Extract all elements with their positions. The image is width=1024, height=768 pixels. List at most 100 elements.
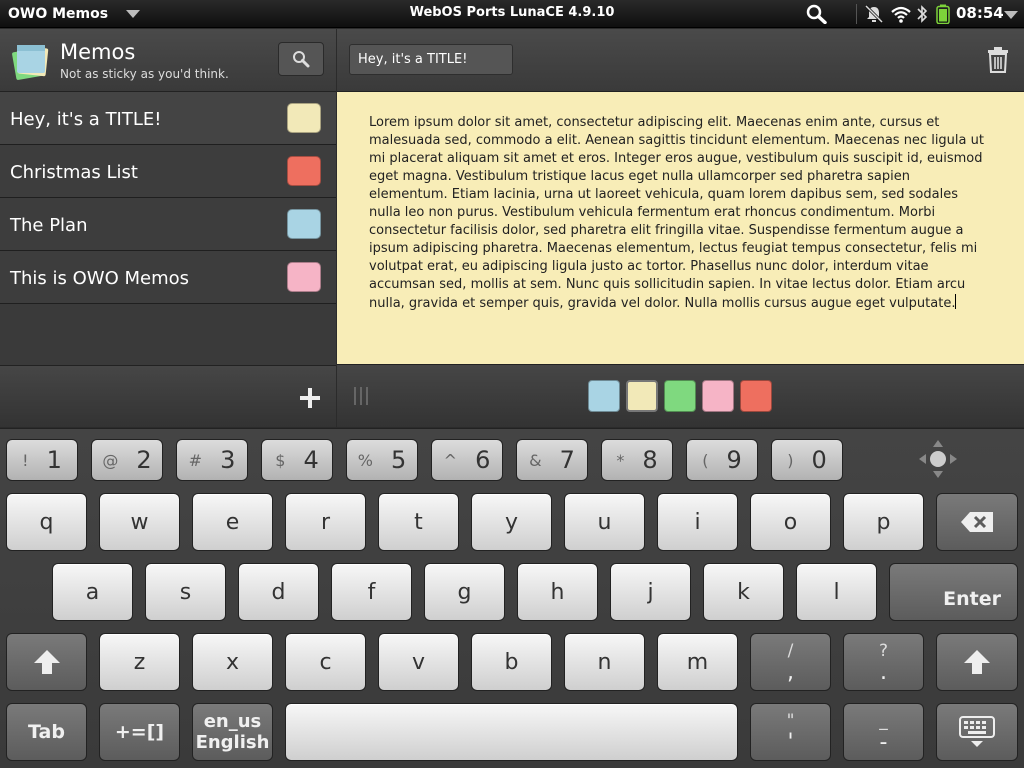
key-sub-label: % [357,450,373,470]
key-7[interactable]: & 7 [516,439,588,481]
key-w[interactable]: w [99,493,180,551]
key-sub-label: " [786,711,795,731]
dash-key[interactable]: _ - [843,703,924,761]
memo-title: Christmas List [10,162,138,183]
editor-footer [337,364,1024,427]
key-label: , [787,660,794,685]
key-0[interactable]: ) 0 [771,439,843,481]
key-c[interactable]: c [285,633,366,691]
list-item[interactable]: Hey, it's a TITLE! [0,92,336,145]
virtual-keyboard: ! 1 @2 #3 $4 % 5 ^ 6 & 7 * 8 (9 ) 0 q w e r t … [0,428,1024,768]
mute-icon [864,4,884,24]
key-label: 0 [811,446,827,474]
key-4[interactable]: $4 [261,439,333,481]
key-6[interactable]: ^ 6 [431,439,503,481]
backspace-icon [961,512,993,532]
plus-icon [300,388,320,408]
key-label: . [880,660,887,685]
key-q[interactable]: q [6,493,87,551]
key-sub-label: # [188,450,203,470]
key-p[interactable]: p [843,493,924,551]
list-item[interactable]: Christmas List [0,145,336,198]
search-button[interactable] [278,42,324,76]
key-v[interactable]: v [378,633,459,691]
key-i[interactable]: i [657,493,738,551]
language-code: en_us [203,711,262,732]
period-key[interactable]: ?. [843,633,924,691]
color-red-swatch[interactable] [740,380,772,412]
key-n[interactable]: n [564,633,645,691]
key-9[interactable]: (9 [686,439,758,481]
color-picker [588,380,772,412]
trash-icon[interactable] [987,46,1009,74]
key-f[interactable]: f [331,563,412,621]
quote-key[interactable]: " ' [750,703,831,761]
list-footer [0,365,336,427]
key-label: 4 [303,446,319,474]
key-o[interactable]: o [750,493,831,551]
editor-pane: Hey, it's a TITLE! Lorem ipsum dolor sit… [337,29,1024,427]
memo-title: The Plan [10,215,88,236]
drag-handle-icon[interactable] [354,387,374,407]
space-key[interactable] [285,703,738,761]
key-label: 8 [642,446,658,474]
color-yellow-swatch[interactable] [626,380,658,412]
key-h[interactable]: h [517,563,598,621]
key-d[interactable]: d [238,563,319,621]
key-t[interactable]: t [378,493,459,551]
bluetooth-icon [917,5,928,23]
enter-key[interactable]: Enter [889,563,1018,621]
key-j[interactable]: j [610,563,691,621]
key-2[interactable]: @2 [91,439,163,481]
title-input[interactable]: Hey, it's a TITLE! [349,44,513,75]
key-m[interactable]: m [657,633,738,691]
hide-keyboard-key[interactable] [936,703,1018,761]
comma-key[interactable]: /, [750,633,831,691]
key-u[interactable]: u [564,493,645,551]
search-icon[interactable] [806,4,828,24]
key-a[interactable]: a [52,563,133,621]
list-header: Memos Not as sticky as you'd think. [0,29,336,92]
memo-color-swatch [287,262,321,292]
key-sub-label: $ [275,450,286,470]
editor-header: Hey, it's a TITLE! [337,29,1024,92]
tab-key[interactable]: Tab [6,703,87,761]
color-pink-swatch[interactable] [702,380,734,412]
symbols-key[interactable]: +=[] [99,703,180,761]
key-y[interactable]: y [471,493,552,551]
shift-key-left[interactable] [6,633,87,691]
key-r[interactable]: r [285,493,366,551]
key-e[interactable]: e [192,493,273,551]
chevron-down-icon[interactable] [1004,4,1018,24]
key-k[interactable]: k [703,563,784,621]
memo-title: This is OWO Memos [10,268,189,289]
memo-list: Hey, it's a TITLE! Christmas List The Pl… [0,92,336,304]
language-name: English [195,732,270,753]
list-item[interactable]: The Plan [0,198,336,251]
note-body[interactable]: Lorem ipsum dolor sit amet, consectetur … [337,92,1024,364]
key-label: 2 [136,446,152,474]
key-3[interactable]: #3 [176,439,248,481]
key-g[interactable]: g [424,563,505,621]
backspace-key[interactable] [936,493,1018,551]
key-z[interactable]: z [99,633,180,691]
color-green-swatch[interactable] [664,380,696,412]
add-memo-button[interactable] [296,384,324,412]
key-8[interactable]: * 8 [601,439,673,481]
language-key[interactable]: en_us English [192,703,273,761]
app-logo-icon [12,45,49,80]
key-b[interactable]: b [471,633,552,691]
status-divider [856,4,857,24]
key-1[interactable]: ! 1 [6,439,78,481]
color-blue-swatch[interactable] [588,380,620,412]
key-5[interactable]: % 5 [346,439,418,481]
key-x[interactable]: x [192,633,273,691]
key-l[interactable]: l [796,563,877,621]
key-label: 5 [390,446,407,474]
cursor-move-icon[interactable] [918,439,958,479]
key-s[interactable]: s [145,563,226,621]
list-item[interactable]: This is OWO Memos [0,251,336,304]
key-sub-label: & [529,450,542,470]
key-sub-label: ) [787,450,794,470]
shift-key-right[interactable] [936,633,1018,691]
